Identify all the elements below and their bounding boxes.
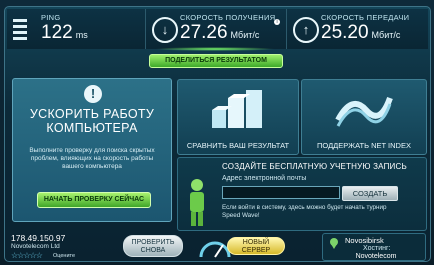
download-metric: ↓ СКОРОСТЬ ПОЛУЧЕНИЯ 27.26 Мбит/с: [146, 9, 287, 49]
upload-label: СКОРОСТЬ ПЕРЕДАЧИ: [321, 13, 410, 22]
rate-label: Оцените: [53, 253, 76, 259]
signup-title: СОЗДАЙТЕ БЕСПЛАТНУЮ УЧЕТНУЮ ЗАПИСЬ: [222, 162, 407, 171]
email-label: Адрес электронной почты: [222, 175, 307, 182]
signup-note: Если войти в систему, здесь можно будет …: [222, 204, 387, 219]
create-account-button[interactable]: СОЗДАТЬ: [342, 186, 398, 201]
rating-stars[interactable]: ☆☆☆☆☆: [11, 251, 43, 260]
speedup-panel: ! УСКОРИТЬ РАБОТУ КОМПЬЮТЕРА Выполните п…: [12, 78, 172, 222]
share-glow: [155, 47, 275, 51]
net-index-icon: [335, 96, 393, 127]
signup-panel: СОЗДАЙТЕ БЕСПЛАТНУЮ УЧЕТНУЮ ЗАПИСЬ Адрес…: [177, 157, 427, 231]
server-city: Novosibirsk: [345, 236, 384, 245]
test-again-button[interactable]: ПРОВЕРИТЬ СНОВА: [123, 235, 183, 257]
download-value: 27.26 Мбит/с: [180, 22, 260, 43]
ping-label: PING: [41, 13, 61, 22]
new-server-button[interactable]: НОВЫЙ СЕРВЕР: [227, 237, 285, 255]
person-icon: [190, 179, 204, 226]
bottom-bar: 178.49.150.97 Novotelecom Ltd ☆☆☆☆☆ Оцен…: [5, 233, 430, 261]
ping-metric: PING 122 ms: [7, 9, 146, 49]
speedtest-app: PING 122 ms ↓ СКОРОСТЬ ПОЛУЧЕНИЯ 27.26 Мби…: [0, 0, 434, 265]
info-icon[interactable]: i: [274, 19, 280, 25]
upload-arrow-icon: ↑: [293, 17, 319, 43]
results-frame: PING 122 ms ↓ СКОРОСТЬ ПОЛУЧЕНИЯ 27.26 Мби…: [4, 6, 431, 262]
speedup-description: Выполните проверку для поиска скрытых пр…: [29, 147, 155, 170]
location-pin-icon: [330, 238, 338, 249]
share-result-button[interactable]: ПОДЕЛИТЬСЯ РЕЗУЛЬТАТОМ: [149, 54, 283, 68]
netindex-tile[interactable]: ПОДДЕРЖАТЬ NET INDEX: [301, 79, 427, 155]
host-name: Novotelecom: [355, 253, 397, 260]
host-label: Хостинг:: [363, 245, 391, 252]
bar-chart-icon: [212, 90, 262, 128]
email-input[interactable]: [222, 186, 340, 199]
netindex-label: ПОДДЕРЖАТЬ NET INDEX: [317, 141, 411, 150]
upload-metric: ↑ СКОРОСТЬ ПЕРЕДАЧИ 25.20 Мбит/с: [287, 9, 428, 49]
download-arrow-icon: ↓: [152, 17, 178, 43]
ping-icon: [13, 17, 27, 41]
exclamation-icon: !: [84, 85, 102, 103]
isp-name: Novotelecom Ltd: [11, 243, 60, 250]
start-check-button[interactable]: НАЧАТЬ ПРОВЕРКУ СЕЙЧАС: [37, 192, 151, 208]
download-label: СКОРОСТЬ ПОЛУЧЕНИЯ: [180, 13, 276, 22]
server-info: Novosibirsk Хостинг: Novotelecom: [322, 233, 426, 261]
speedup-title: УСКОРИТЬ РАБОТУ КОМПЬЮТЕРА: [29, 107, 155, 135]
ip-address: 178.49.150.97: [11, 233, 66, 243]
upload-value: 25.20 Мбит/с: [321, 22, 401, 43]
compare-tile[interactable]: СРАВНИТЬ ВАШ РЕЗУЛЬТАТ: [177, 79, 299, 155]
compare-label: СРАВНИТЬ ВАШ РЕЗУЛЬТАТ: [186, 141, 290, 150]
ping-value: 122 ms: [41, 22, 88, 43]
